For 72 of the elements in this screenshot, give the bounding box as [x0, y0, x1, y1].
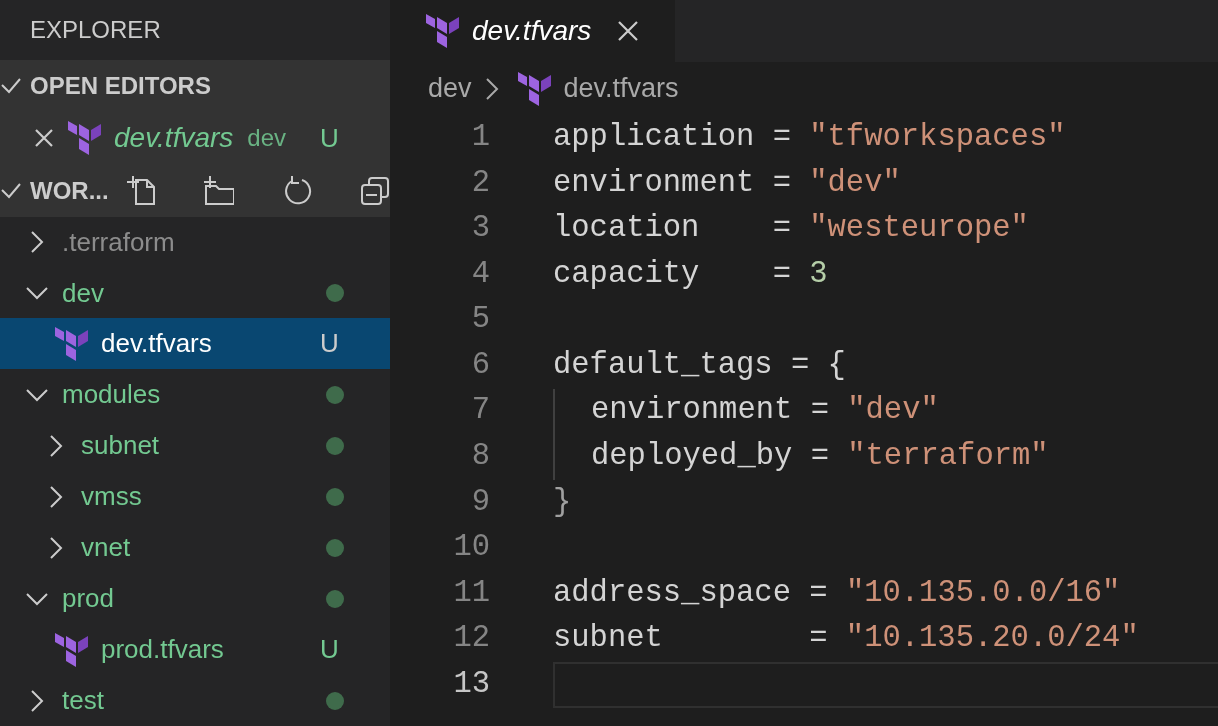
terraform-logo-icon: [55, 632, 89, 667]
file-name: dev.tfvars: [101, 327, 212, 361]
folder-name: vmss: [81, 480, 142, 514]
line-number: 7: [470, 392, 490, 430]
line-number: 4: [470, 255, 490, 293]
tree-item[interactable]: subnet: [0, 420, 390, 472]
tree-item[interactable]: dev.tfvars U: [0, 318, 390, 370]
tree-item[interactable]: modules: [0, 369, 390, 421]
status-dot: [326, 691, 344, 710]
new-file-icon[interactable]: [126, 175, 156, 206]
status-dot: [326, 538, 344, 557]
breadcrumb-item[interactable]: dev: [428, 68, 472, 109]
sidebar-title: EXPLORER: [30, 14, 161, 45]
tree-item[interactable]: test: [0, 675, 390, 726]
code-line: address_space = "10.135.0.0/16": [553, 574, 1122, 612]
code-line: }: [553, 483, 573, 521]
folder-name: vnet: [81, 531, 131, 565]
code-line: environment = "dev": [553, 388, 1218, 435]
tree-item[interactable]: prod: [0, 573, 390, 625]
tree-item[interactable]: dev: [0, 267, 390, 319]
folder-name: prod: [62, 582, 115, 616]
status-dot: [326, 589, 344, 608]
folder-name: test: [62, 684, 104, 717]
terraform-logo-icon: [517, 71, 552, 106]
folder-hint: dev: [247, 123, 286, 154]
status-dot: [326, 487, 344, 506]
folder-name: .terraform: [62, 225, 175, 259]
tree-item[interactable]: .terraform: [0, 216, 390, 268]
terraform-logo-icon: [426, 14, 460, 48]
section-header[interactable]: WOR...: [30, 172, 118, 209]
git-status-label: U: [320, 121, 340, 155]
git-status-label: U: [320, 633, 340, 667]
close-icon: [34, 128, 54, 149]
breadcrumb-item[interactable]: dev.tfvars: [563, 68, 679, 109]
code-line: location = "westeurope": [553, 210, 1030, 248]
line-number: 6: [470, 346, 490, 384]
code-line: subnet = "10.135.20.0/24": [553, 620, 1140, 658]
line-number: 12: [452, 620, 490, 658]
line-number: 5: [470, 301, 490, 339]
open-editor-item[interactable]: dev.tfvars: [114, 117, 234, 160]
close-icon: [617, 20, 639, 42]
terraform-logo-icon: [68, 121, 102, 156]
editor-tab[interactable]: dev.tfvars: [390, 0, 675, 62]
status-dot: [326, 385, 344, 404]
folder-name: modules: [62, 378, 161, 412]
code-line: default_tags = {: [553, 346, 847, 384]
git-status-label: U: [320, 327, 340, 361]
terraform-logo-icon: [55, 326, 89, 361]
section-header[interactable]: OPEN EDITORS: [30, 67, 211, 104]
status-dot: [326, 284, 344, 302]
line-number: 11: [452, 574, 490, 612]
line-number: 2: [470, 164, 490, 202]
file-name: prod.tfvars: [101, 633, 224, 667]
status-dot: [326, 436, 344, 455]
code-line: capacity = 3: [553, 255, 829, 293]
folder-name: subnet: [81, 429, 160, 463]
line-number: 9: [470, 483, 490, 521]
tree-item[interactable]: vnet: [0, 522, 390, 574]
tree-item[interactable]: prod.tfvars U: [0, 624, 390, 676]
refresh-icon[interactable]: [282, 175, 312, 206]
code-line: deployed_by = "terraform": [553, 434, 1218, 480]
line-number: 10: [452, 529, 490, 567]
tree-item[interactable]: vmss: [0, 471, 390, 523]
line-number: 1: [470, 118, 490, 156]
code-line: environment = "dev": [553, 164, 902, 202]
new-folder-icon[interactable]: [204, 175, 234, 206]
line-number: 8: [470, 438, 490, 476]
line-number: 13: [452, 666, 490, 704]
code-line: application = "tfworkspaces": [553, 118, 1067, 156]
line-number: 3: [470, 210, 490, 248]
folder-name: dev: [62, 276, 104, 310]
collapse-all-icon[interactable]: [360, 175, 390, 206]
